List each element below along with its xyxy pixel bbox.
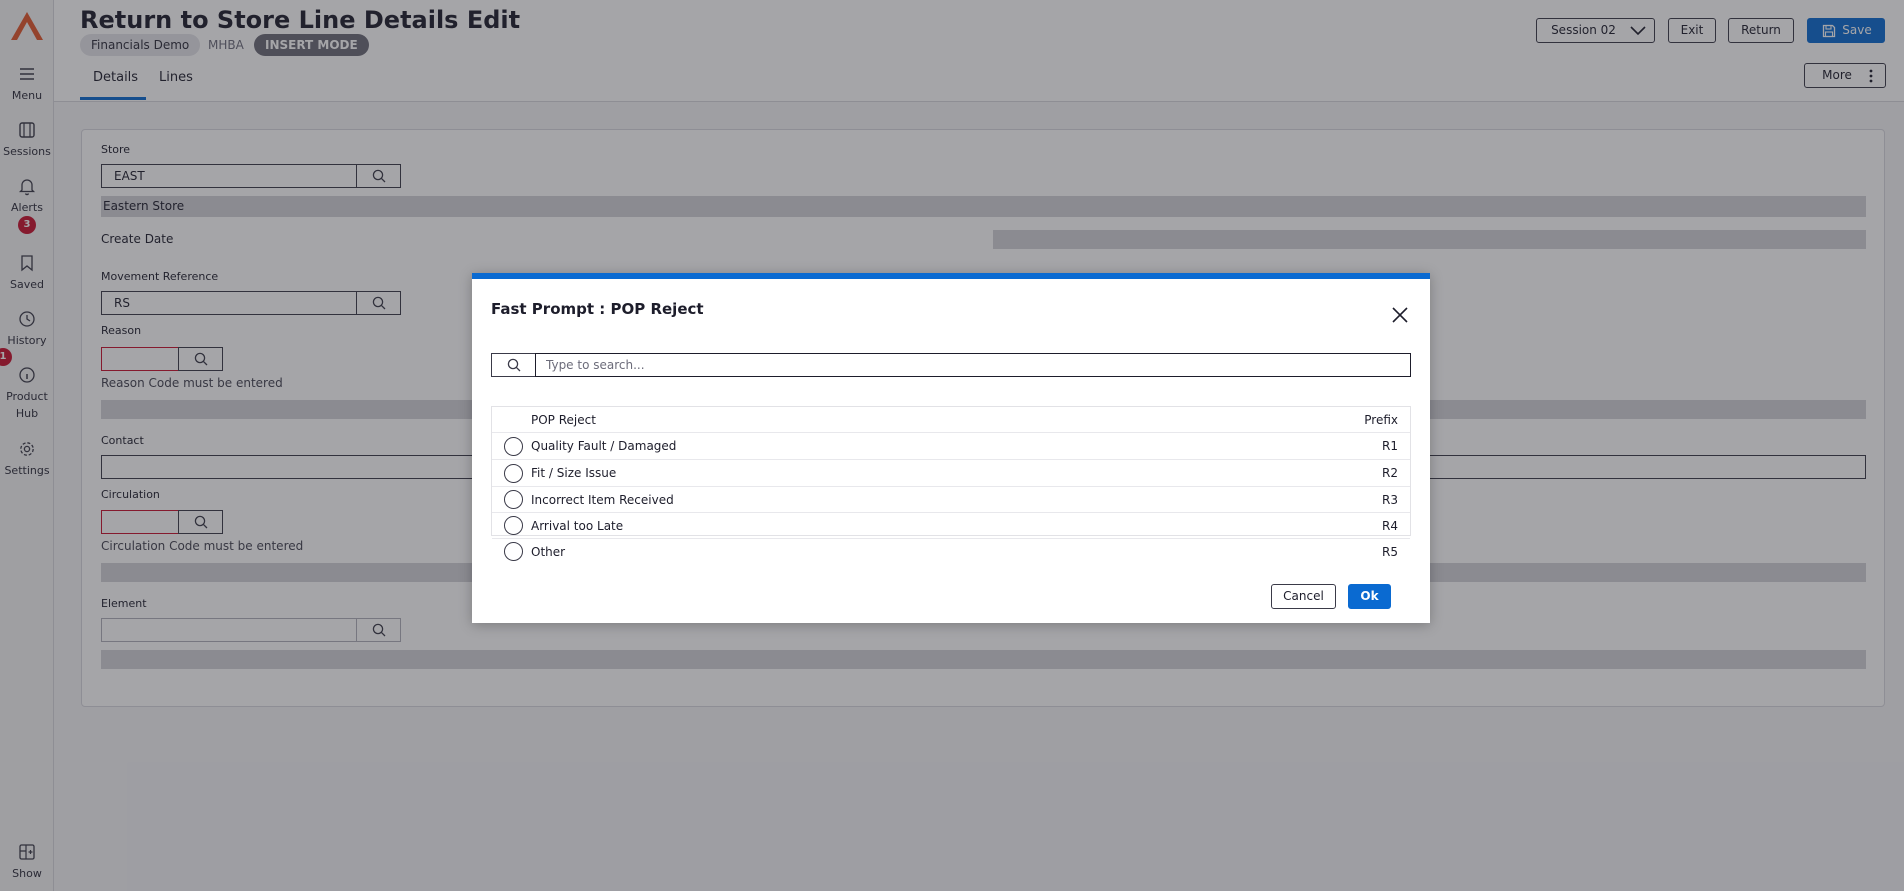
table-row[interactable]: Incorrect Item Received R3 xyxy=(492,487,1410,513)
row-prefix: R3 xyxy=(1382,493,1398,507)
table-row[interactable]: Arrival too Late R4 xyxy=(492,513,1410,539)
cancel-button[interactable]: Cancel xyxy=(1271,584,1336,609)
table-header-row: POP Reject Prefix xyxy=(492,407,1410,433)
row-name: Quality Fault / Damaged xyxy=(531,439,677,453)
close-icon[interactable] xyxy=(1389,304,1411,326)
pop-reject-table: POP Reject Prefix Quality Fault / Damage… xyxy=(491,406,1411,561)
row-prefix: R5 xyxy=(1382,545,1398,559)
row-prefix: R1 xyxy=(1382,439,1398,453)
row-radio[interactable] xyxy=(504,542,523,561)
table-row[interactable]: Fit / Size Issue R2 xyxy=(492,460,1410,487)
row-name: Other xyxy=(531,545,566,559)
search-icon xyxy=(507,358,520,372)
row-prefix: R2 xyxy=(1382,466,1398,480)
column-header-prefix: Prefix xyxy=(1364,413,1398,427)
dialog-search-input[interactable] xyxy=(535,353,1411,377)
column-header-name: POP Reject xyxy=(531,413,596,427)
row-radio[interactable] xyxy=(504,464,523,483)
fast-prompt-dialog: Fast Prompt : POP Reject POP Reject Pref… xyxy=(472,273,1430,623)
row-radio[interactable] xyxy=(504,437,523,456)
dialog-title: Fast Prompt : POP Reject xyxy=(491,300,704,318)
table-row[interactable]: Quality Fault / Damaged R1 xyxy=(492,433,1410,460)
dialog-search-button[interactable] xyxy=(491,353,536,377)
row-name: Arrival too Late xyxy=(531,519,624,533)
row-prefix: R4 xyxy=(1382,519,1398,533)
table-row[interactable]: Other R5 xyxy=(492,539,1410,565)
row-radio[interactable] xyxy=(504,490,523,509)
row-name: Incorrect Item Received xyxy=(531,493,674,507)
row-radio[interactable] xyxy=(504,516,523,535)
ok-button[interactable]: Ok xyxy=(1348,584,1391,609)
row-name: Fit / Size Issue xyxy=(531,466,617,480)
